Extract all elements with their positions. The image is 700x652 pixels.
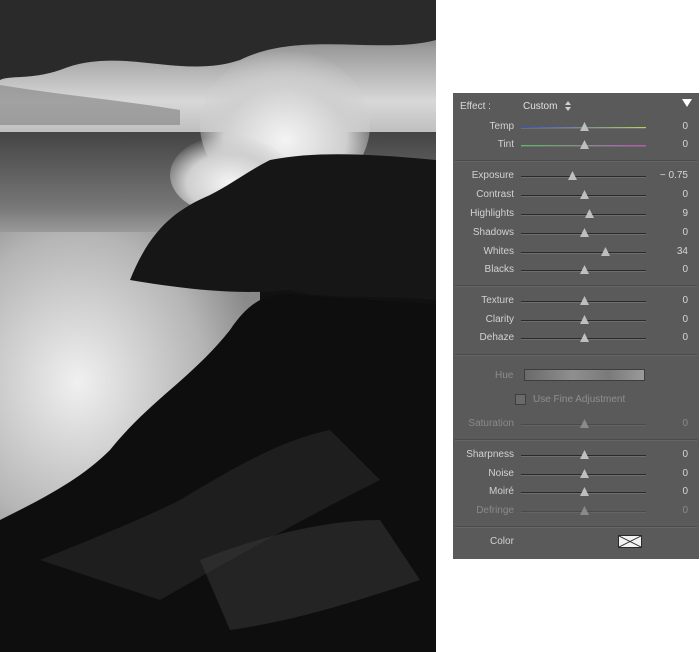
texture-value[interactable]: 0 (682, 295, 688, 306)
clarity-thumb-icon[interactable] (579, 315, 589, 324)
whites-thumb-icon[interactable] (600, 247, 610, 256)
shadows-value[interactable]: 0 (682, 227, 688, 238)
exposure-track[interactable] (521, 176, 646, 178)
hue-bar[interactable] (524, 369, 645, 381)
collapse-triangle-icon[interactable] (682, 99, 692, 107)
highlights-track[interactable] (521, 214, 646, 216)
defringe-thumb-icon[interactable] (579, 506, 589, 515)
dehaze-thumb-icon[interactable] (579, 333, 589, 342)
section-divider (455, 160, 697, 162)
moire-thumb-icon[interactable] (579, 487, 589, 496)
whites-slider-row: Whites 34 (453, 244, 699, 262)
no-color-icon (618, 535, 642, 548)
clarity-value[interactable]: 0 (682, 314, 688, 325)
tint-label: Tint (497, 139, 514, 150)
highlights-value[interactable]: 9 (682, 208, 688, 219)
shadows-thumb-icon[interactable] (579, 228, 589, 237)
texture-label: Texture (481, 295, 514, 306)
saturation-slider-row: Saturation 0 (453, 416, 699, 434)
clarity-label: Clarity (485, 314, 514, 325)
section-divider (455, 439, 697, 441)
blacks-slider-row: Blacks 0 (453, 262, 699, 280)
defringe-slider-row: Defringe 0 (453, 503, 699, 521)
exposure-thumb-icon[interactable] (568, 171, 578, 180)
blacks-value[interactable]: 0 (682, 264, 688, 275)
noise-value[interactable]: 0 (682, 468, 688, 479)
temp-thumb-icon[interactable] (579, 122, 589, 131)
basic-adjustments-panel: Effect : Custom Temp 0 Tint 0 Exposure −… (453, 93, 699, 559)
contrast-label: Contrast (476, 189, 514, 200)
exposure-slider-row: Exposure − 0.75 (453, 168, 699, 186)
sharpness-thumb-icon[interactable] (579, 450, 589, 459)
shadows-label: Shadows (472, 227, 514, 238)
effect-dropdown[interactable]: Custom (523, 101, 557, 112)
temp-value[interactable]: 0 (682, 121, 688, 132)
contrast-value[interactable]: 0 (682, 189, 688, 200)
hue-label: Hue (495, 370, 514, 381)
moire-label: Moiré (488, 486, 514, 497)
defringe-label: Defringe (476, 505, 514, 516)
noise-slider-row: Noise 0 (453, 466, 699, 484)
dehaze-slider-row: Dehaze 0 (453, 330, 699, 348)
fine-adjustment-label: Use Fine Adjustment (533, 394, 626, 405)
whites-value[interactable]: 34 (677, 246, 688, 257)
exposure-value[interactable]: − 0.75 (660, 170, 688, 181)
blacks-label: Blacks (484, 264, 514, 275)
texture-slider-row: Texture 0 (453, 293, 699, 311)
contrast-thumb-icon[interactable] (579, 190, 589, 199)
exposure-label: Exposure (471, 170, 514, 181)
section-divider (455, 285, 697, 287)
shadows-slider-row: Shadows 0 (453, 225, 699, 243)
dehaze-label: Dehaze (479, 332, 514, 343)
defringe-value[interactable]: 0 (682, 505, 688, 516)
tint-value[interactable]: 0 (682, 139, 688, 150)
dehaze-value[interactable]: 0 (682, 332, 688, 343)
moire-slider-row: Moiré 0 (453, 484, 699, 502)
noise-label: Noise (488, 468, 514, 479)
highlights-thumb-icon[interactable] (584, 209, 594, 218)
fine-adjustment-checkbox[interactable] (515, 394, 526, 405)
texture-thumb-icon[interactable] (579, 296, 589, 305)
photo-image (0, 0, 436, 652)
highlights-label: Highlights (470, 208, 514, 219)
noise-thumb-icon[interactable] (579, 469, 589, 478)
section-divider (455, 526, 697, 528)
effect-label: Effect : (460, 101, 491, 112)
tint-thumb-icon[interactable] (579, 140, 589, 149)
section-divider (455, 354, 697, 356)
blacks-thumb-icon[interactable] (579, 265, 589, 274)
sharpness-value[interactable]: 0 (682, 449, 688, 460)
whites-label: Whites (483, 246, 514, 257)
temp-slider-row: Temp 0 (453, 119, 699, 137)
contrast-slider-row: Contrast 0 (453, 187, 699, 205)
sharpness-slider-row: Sharpness 0 (453, 447, 699, 465)
color-label: Color (490, 536, 514, 547)
whites-track[interactable] (521, 252, 646, 254)
saturation-label: Saturation (468, 418, 514, 429)
updown-arrows-icon[interactable] (564, 100, 572, 112)
highlights-slider-row: Highlights 9 (453, 206, 699, 224)
moire-value[interactable]: 0 (682, 486, 688, 497)
bw-photo-rocky-coast-waves (0, 0, 436, 652)
tint-slider-row: Tint 0 (453, 137, 699, 155)
saturation-thumb-icon[interactable] (579, 419, 589, 428)
temp-label: Temp (489, 121, 514, 132)
effect-header: Effect : Custom (453, 93, 699, 117)
sharpness-label: Sharpness (466, 449, 514, 460)
clarity-slider-row: Clarity 0 (453, 312, 699, 330)
saturation-value[interactable]: 0 (682, 418, 688, 429)
color-swatch[interactable] (618, 535, 642, 548)
